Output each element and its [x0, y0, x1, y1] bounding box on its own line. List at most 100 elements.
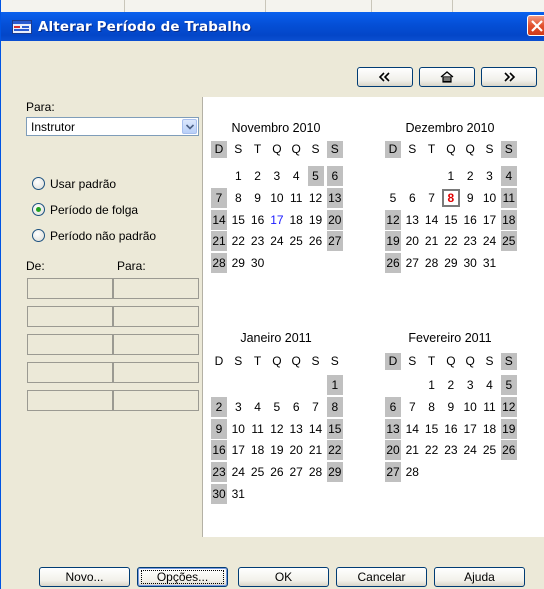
day-cell[interactable]: 9: [211, 418, 227, 439]
day-cell[interactable]: 7: [308, 397, 324, 417]
date-to-cell[interactable]: [113, 334, 199, 355]
day-cell[interactable]: 11: [482, 397, 498, 417]
day-cell[interactable]: 18: [500, 209, 517, 230]
day-cell[interactable]: 5: [307, 166, 324, 186]
day-cell[interactable]: 21: [424, 231, 440, 251]
date-to-cell[interactable]: [113, 278, 199, 299]
day-cell[interactable]: 15: [230, 210, 246, 230]
day-cell[interactable]: 4: [288, 166, 304, 186]
day-cell[interactable]: 2: [211, 396, 227, 417]
day-cell[interactable]: 20: [385, 440, 401, 461]
day-cell[interactable]: 6: [385, 396, 401, 417]
resource-type-dropdown[interactable]: Instrutor: [26, 117, 199, 136]
radio-button[interactable]: [32, 229, 45, 242]
day-cell[interactable]: 17: [462, 419, 478, 439]
day-cell[interactable]: 14: [211, 209, 227, 230]
day-cell[interactable]: 25: [482, 440, 498, 460]
day-cell[interactable]: 29: [326, 462, 343, 483]
day-cell[interactable]: 21: [404, 440, 420, 460]
day-cell[interactable]: 1: [443, 166, 459, 186]
day-cell[interactable]: 20: [404, 231, 420, 251]
day-cell[interactable]: 20: [288, 440, 304, 460]
day-cell[interactable]: 9: [443, 397, 459, 417]
day-cell[interactable]: 19: [308, 210, 324, 230]
ok-button[interactable]: OK: [238, 567, 329, 587]
day-cell[interactable]: 8: [443, 188, 459, 208]
date-from-cell[interactable]: [27, 362, 113, 383]
day-cell[interactable]: 10: [482, 188, 498, 208]
day-cell[interactable]: 23: [250, 231, 266, 251]
day-cell[interactable]: 17: [482, 210, 498, 230]
day-cell[interactable]: 13: [288, 419, 304, 439]
day-cell[interactable]: 22: [326, 440, 343, 461]
day-cell[interactable]: 1: [230, 166, 246, 186]
day-cell[interactable]: 14: [404, 419, 420, 439]
date-from-cell[interactable]: [27, 306, 113, 327]
day-cell[interactable]: 6: [288, 397, 304, 417]
day-cell[interactable]: 15: [424, 419, 440, 439]
day-cell[interactable]: 19: [500, 418, 517, 439]
day-cell[interactable]: 28: [424, 253, 440, 273]
day-cell[interactable]: 1: [326, 375, 343, 395]
radio-button[interactable]: [32, 203, 45, 216]
day-cell[interactable]: 13: [326, 187, 343, 208]
day-cell[interactable]: 2: [250, 166, 266, 186]
day-cell[interactable]: 3: [482, 166, 498, 186]
day-cell[interactable]: 18: [482, 419, 498, 439]
day-cell[interactable]: 12: [500, 396, 517, 417]
day-cell[interactable]: 24: [482, 231, 498, 251]
day-cell[interactable]: 21: [211, 231, 227, 252]
day-cell[interactable]: 16: [250, 210, 266, 230]
day-cell[interactable]: 28: [308, 462, 324, 482]
day-cell[interactable]: 18: [250, 440, 266, 460]
day-cell[interactable]: 6: [404, 188, 420, 208]
day-cell[interactable]: 16: [211, 440, 227, 461]
date-to-cell[interactable]: [113, 362, 199, 383]
day-cell[interactable]: 25: [250, 462, 266, 482]
date-from-cell[interactable]: [27, 390, 113, 411]
day-cell[interactable]: 14: [308, 419, 324, 439]
opcoes-button[interactable]: Opções...: [137, 567, 228, 587]
day-cell[interactable]: 8: [424, 397, 440, 417]
day-cell[interactable]: 31: [482, 253, 498, 273]
day-cell[interactable]: 31: [230, 484, 246, 504]
ajuda-button[interactable]: Ajuda: [434, 567, 525, 587]
day-cell[interactable]: 29: [230, 253, 246, 273]
dropdown-arrow-button[interactable]: [182, 119, 197, 134]
novo-button[interactable]: Novo...: [39, 567, 130, 587]
day-cell[interactable]: 2: [443, 375, 459, 395]
day-cell[interactable]: 24: [269, 231, 285, 251]
day-cell[interactable]: 17: [230, 440, 246, 460]
day-cell[interactable]: 25: [288, 231, 304, 251]
day-cell[interactable]: 28: [404, 462, 420, 482]
day-cell[interactable]: 3: [230, 397, 246, 417]
day-cell[interactable]: 24: [462, 440, 478, 460]
day-cell[interactable]: 3: [269, 166, 285, 186]
day-cell[interactable]: 2: [462, 166, 478, 186]
day-cell[interactable]: 3: [462, 375, 478, 395]
day-cell[interactable]: 12: [385, 209, 401, 230]
day-cell[interactable]: 27: [288, 462, 304, 482]
day-cell[interactable]: 11: [288, 188, 304, 208]
day-cell[interactable]: 5: [500, 375, 517, 395]
day-cell[interactable]: 15: [326, 418, 343, 439]
day-cell[interactable]: 24: [230, 462, 246, 482]
date-to-cell[interactable]: [113, 306, 199, 327]
day-cell[interactable]: 27: [385, 462, 401, 483]
day-cell[interactable]: 23: [462, 231, 478, 251]
day-cell[interactable]: 23: [443, 440, 459, 460]
day-cell[interactable]: 8: [230, 188, 246, 208]
day-cell[interactable]: 6: [326, 166, 343, 186]
date-from-cell[interactable]: [27, 334, 113, 355]
day-cell[interactable]: 7: [404, 397, 420, 417]
day-cell[interactable]: 30: [250, 253, 266, 273]
day-cell[interactable]: 11: [500, 187, 517, 208]
day-cell[interactable]: 12: [269, 419, 285, 439]
day-cell[interactable]: 15: [443, 210, 459, 230]
day-cell[interactable]: 22: [443, 231, 459, 251]
previous-months-button[interactable]: [357, 67, 413, 87]
date-from-cell[interactable]: [27, 278, 113, 299]
day-cell[interactable]: 26: [308, 231, 324, 251]
day-cell[interactable]: 10: [269, 188, 285, 208]
day-cell[interactable]: 30: [462, 253, 478, 273]
